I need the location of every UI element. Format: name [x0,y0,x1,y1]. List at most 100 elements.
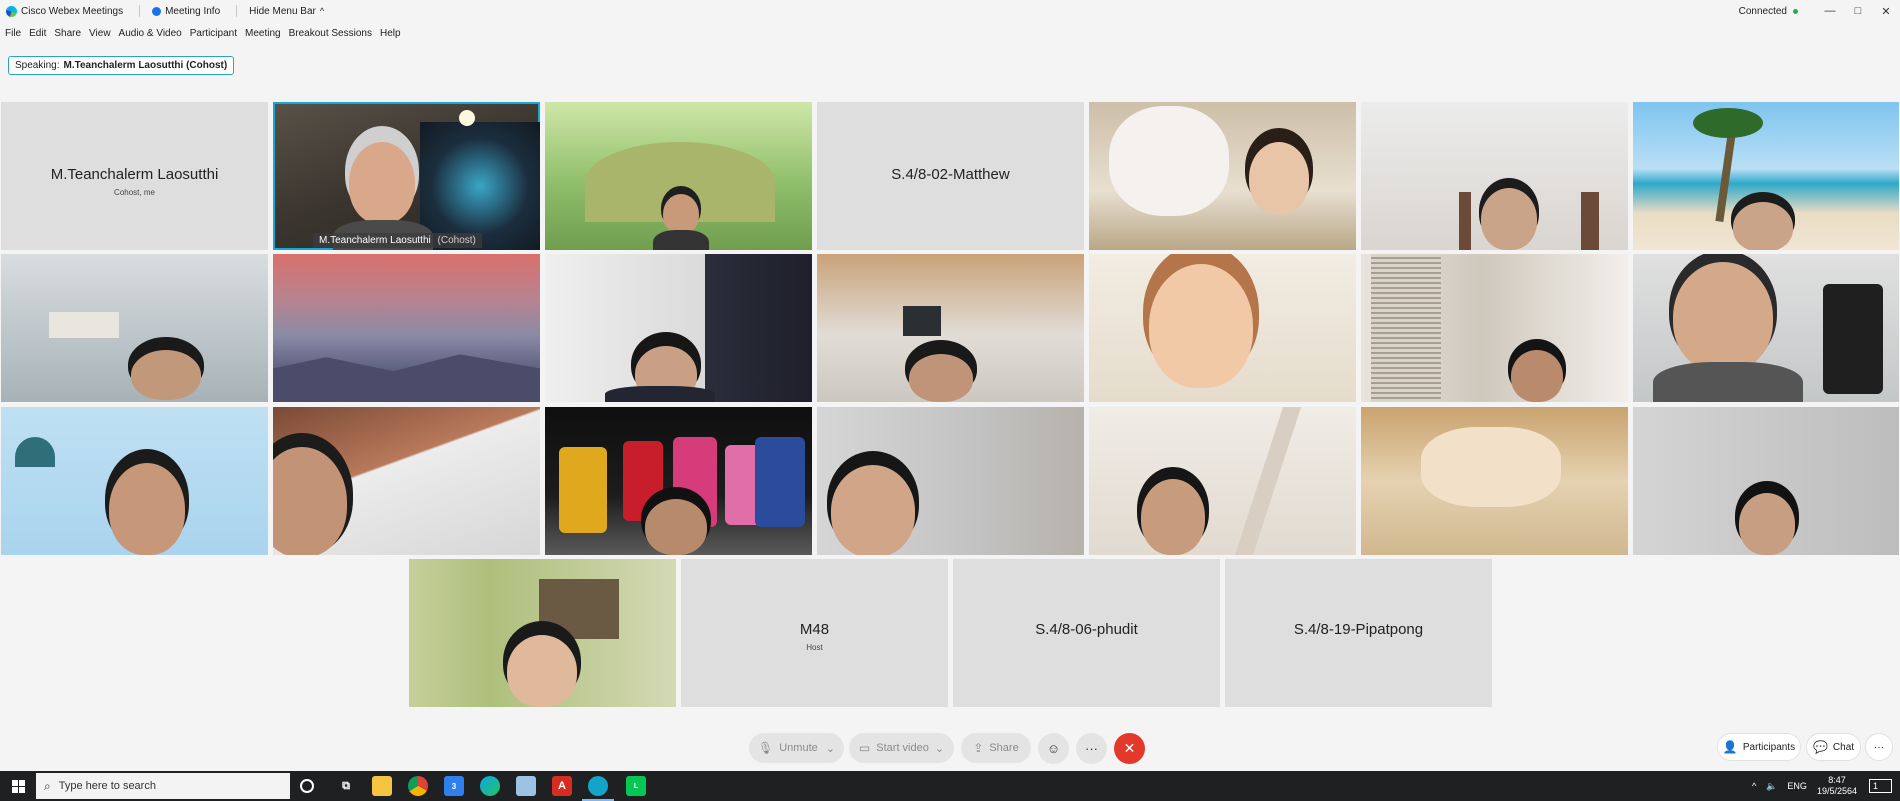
robot-figure [755,437,805,527]
participant-video-tile[interactable] [1633,407,1899,555]
participant-video-tile[interactable] [1361,254,1628,402]
cat-photo [1421,427,1561,507]
chair [1823,284,1883,394]
participant-tile-name-only[interactable]: M48 Host [681,559,948,707]
maximize-button[interactable]: □ [1844,0,1872,22]
input-language[interactable]: ENG [1787,781,1807,791]
participant-video-tile[interactable] [1633,254,1899,402]
menu-meeting[interactable]: Meeting [245,28,281,39]
app-title: Cisco Webex Meetings [21,5,124,17]
reactions-button[interactable]: ☺ [1038,733,1069,764]
file-explorer-icon[interactable] [372,776,392,796]
participant-tile-name-only[interactable]: S.4/8-19-Pipatpong [1225,559,1492,707]
video-background [1459,192,1471,250]
connection-status-label: Connected [1738,5,1787,17]
participant-video-tile[interactable] [1361,102,1628,250]
start-video-label: Start video [876,742,929,754]
participant-video-tile[interactable] [545,407,812,555]
participant-name: M48 [799,621,830,638]
tray-overflow-icon[interactable]: ^ [1752,781,1756,791]
participant-face [1149,264,1253,388]
participants-button[interactable]: 👤 Participants [1717,733,1801,761]
close-window-button[interactable]: ✕ [1872,0,1900,22]
participant-face [1511,350,1563,402]
start-button[interactable] [0,771,36,801]
title-separator [139,5,141,17]
notification-icon[interactable]: 1 [1868,779,1892,793]
participant-video-tile[interactable] [817,407,1084,555]
task-view-icon[interactable]: ⧉ [336,776,356,796]
share-button[interactable]: ⇪ Share [961,733,1031,763]
participant-video-tile[interactable] [545,254,812,402]
participant-name: S.4/8-19-Pipatpong [1293,621,1424,638]
participant-face [663,194,699,234]
participant-body [1653,362,1803,402]
hide-menu-bar-button[interactable]: Hide Menu Bar ^ [249,6,324,17]
participant-video-tile[interactable] [817,254,1084,402]
mail-icon[interactable]: 3 [444,776,464,796]
more-options-button[interactable]: ··· [1076,733,1107,764]
participant-face [507,635,577,707]
menu-breakout-sessions[interactable]: Breakout Sessions [289,28,372,39]
menu-help[interactable]: Help [380,28,401,39]
line-app-icon[interactable]: L [626,776,646,796]
air-conditioner [49,312,119,338]
menu-share[interactable]: Share [54,28,81,39]
cortana-icon[interactable] [300,779,314,793]
participant-video-tile[interactable] [273,407,540,555]
end-meeting-button[interactable]: ✕ [1114,733,1145,764]
shelf [539,579,619,639]
start-video-button[interactable]: ▭ Start video ⌄ [849,733,954,763]
arch-background [15,437,55,467]
meeting-info-button[interactable]: Meeting Info [152,6,220,17]
participant-tile-name-only[interactable]: S.4/8-06-phudit [953,559,1220,707]
chrome-icon[interactable] [408,776,428,796]
participant-role: Host [806,643,823,652]
menu-audio-video[interactable]: Audio & Video [119,28,182,39]
app-title-item: Cisco Webex Meetings [6,5,124,17]
participant-video-tile[interactable] [545,102,812,250]
menu-edit[interactable]: Edit [29,28,46,39]
edge-icon[interactable] [480,776,500,796]
unmute-button[interactable]: 🎙 Unmute ⌄ [749,733,844,763]
meeting-info-label: Meeting Info [165,5,221,17]
participant-video-tile[interactable] [1,407,268,555]
participant-video-tile[interactable] [1633,102,1899,250]
video-nameplate: M.Teanchalerm Laosutthi (Cohost) [313,233,482,248]
acrobat-icon[interactable]: A [552,776,572,796]
chevron-down-icon[interactable]: ⌄ [935,742,944,755]
clock-date: 19/5/2564 [1816,786,1857,796]
participant-body [653,230,709,250]
participant-tile-name-only[interactable]: M.Teanchalerm Laosutthi Cohost, me [1,102,268,250]
participant-video-tile-active[interactable]: M.Teanchalerm Laosutthi (Cohost) [273,102,540,250]
taskbar-search[interactable]: ⌕ Type here to search [36,773,290,799]
webex-window: Cisco Webex Meetings Meeting Info Hide M… [0,0,1900,801]
menu-participant[interactable]: Participant [190,28,237,39]
participant-video-tile[interactable] [1089,407,1356,555]
ceiling-light [459,110,475,126]
participant-video-tile[interactable] [409,559,676,707]
participant-tile-name-only[interactable]: S.4/8-02-Matthew [817,102,1084,250]
connected-dot-icon [1793,8,1798,14]
menu-view[interactable]: View [89,28,111,39]
panel-more-button[interactable]: ··· [1865,733,1893,761]
chat-button[interactable]: 💬 Chat [1806,733,1861,761]
participant-video-tile[interactable] [1,254,268,402]
system-tray: ^ 🔈 ENG 8:47 19/5/2564 1 [1752,771,1900,801]
webex-taskbar-icon[interactable] [582,776,614,801]
speaking-name: M.Teanchalerm Laosutthi (Cohost) [63,60,228,71]
participant-video-tile[interactable] [273,254,540,402]
participant-video-tile[interactable] [1089,254,1356,402]
clock[interactable]: 8:47 19/5/2564 [1817,775,1857,797]
participant-video-tile[interactable] [1361,407,1628,555]
chevron-down-icon[interactable]: ⌄ [826,742,835,755]
participant-video-tile[interactable] [1089,102,1356,250]
volume-icon[interactable]: 🔈 [1766,781,1777,792]
minimize-button[interactable]: — [1816,0,1844,22]
menu-file[interactable]: File [5,28,21,39]
nameplate-name: M.Teanchalerm Laosutthi [319,235,431,246]
notepad-icon[interactable] [516,776,536,796]
video-background [1581,192,1599,250]
more-icon: ··· [1874,741,1884,753]
participant-face [1481,188,1537,250]
